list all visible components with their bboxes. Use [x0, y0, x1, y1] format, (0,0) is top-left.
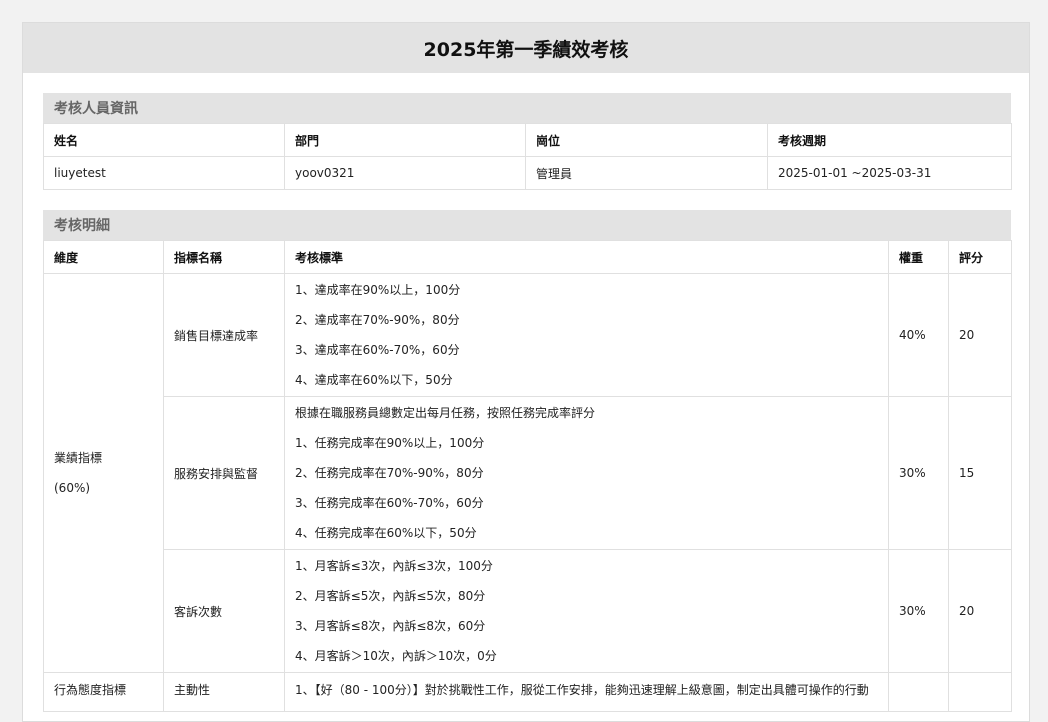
indicator-cell: 主動性	[163, 672, 285, 712]
detail-header-row: 維度 指標名稱 考核標準 權重 評分	[43, 240, 1012, 274]
criteria-line: 3、達成率在60%-70%，60分	[295, 343, 460, 357]
weight-cell: 30%	[888, 396, 949, 550]
indicator-cell: 客訴次數	[163, 549, 285, 673]
info-header-department: 部門	[284, 123, 526, 157]
appraisal-page: 2025年第一季績效考核 考核人員資訊 姓名 部門 崗位 考核週期 liuyet…	[22, 22, 1030, 722]
indicator-cell: 銷售目標達成率	[163, 273, 285, 397]
table-row: 服務安排與監督 根據在職服務員總數定出每月任務，按照任務完成率評分 1、任務完成…	[44, 396, 1012, 550]
score-cell: 20	[948, 273, 1012, 397]
info-value-period: 2025-01-01 ~2025-03-31	[767, 156, 1012, 190]
dimension-cell: 行為態度指標	[43, 672, 164, 712]
indicator-cell: 服務安排與監督	[163, 396, 285, 550]
criteria-line: 3、任務完成率在60%-70%，60分	[295, 496, 484, 510]
table-row: 業績指標 (60%) 銷售目標達成率 1、達成率在90%以上，100分 2、達成…	[43, 273, 1012, 673]
dimension-weight: (60%)	[54, 481, 91, 495]
info-header-position: 崗位	[525, 123, 768, 157]
criteria-line: 1、任務完成率在90%以上，100分	[295, 436, 485, 450]
criteria-cell: 1、【好（80 - 100分）】對於挑戰性工作，服從工作安排，能夠迅速理解上級意…	[284, 672, 889, 712]
criteria-line: 4、月客訴＞10次，內訴＞10次，0分	[295, 649, 497, 663]
info-header-period: 考核週期	[767, 123, 1012, 157]
detail-table: 維度 指標名稱 考核標準 權重 評分 業績指標 (60%) 銷售目標達成率 1、…	[43, 240, 1012, 712]
criteria-line: 根據在職服務員總數定出每月任務，按照任務完成率評分	[295, 406, 596, 420]
criteria-line: 2、達成率在70%-90%，80分	[295, 313, 460, 327]
criteria-line: 1、月客訴≤3次，內訴≤3次，100分	[295, 559, 493, 573]
table-row: 客訴次數 1、月客訴≤3次，內訴≤3次，100分 2、月客訴≤5次，內訴≤5次，…	[44, 549, 1012, 673]
info-section: 考核人員資訊 姓名 部門 崗位 考核週期 liuyetest yoov0321 …	[43, 93, 1012, 190]
detail-header-criteria: 考核標準	[284, 240, 889, 274]
detail-header-score: 評分	[948, 240, 1012, 274]
criteria-cell: 1、月客訴≤3次，內訴≤3次，100分 2、月客訴≤5次，內訴≤5次，80分 3…	[284, 549, 889, 673]
page-header: 2025年第一季績效考核	[23, 23, 1029, 73]
info-value-department: yoov0321	[284, 156, 526, 190]
score-cell	[948, 672, 1012, 712]
info-value-name: liuyetest	[43, 156, 285, 190]
weight-cell: 30%	[888, 549, 949, 673]
dimension-cell: 業績指標 (60%)	[43, 273, 164, 673]
weight-cell: 40%	[888, 273, 949, 397]
criteria-line: 1、達成率在90%以上，100分	[295, 283, 461, 297]
criteria-line: 2、任務完成率在70%-90%，80分	[295, 466, 484, 480]
detail-header-weight: 權重	[888, 240, 949, 274]
detail-header-dimension: 維度	[43, 240, 164, 274]
weight-cell	[888, 672, 949, 712]
criteria-line: 4、任務完成率在60%以下，50分	[295, 526, 477, 540]
detail-header-indicator: 指標名稱	[163, 240, 285, 274]
detail-section: 考核明細 維度 指標名稱 考核標準 權重 評分 業績指標 (60%) 銷售目標達…	[43, 210, 1012, 712]
dimension-name: 業績指標	[54, 451, 103, 465]
score-cell: 20	[948, 549, 1012, 673]
detail-section-heading: 考核明細	[43, 210, 1011, 240]
info-value-row: liuyetest yoov0321 管理員 2025-01-01 ~2025-…	[43, 156, 1012, 190]
criteria-line: 3、月客訴≤8次，內訴≤8次，60分	[295, 619, 486, 633]
info-table: 姓名 部門 崗位 考核週期 liuyetest yoov0321 管理員 202…	[43, 123, 1012, 190]
page-title: 2025年第一季績效考核	[423, 38, 629, 61]
score-cell: 15	[948, 396, 1012, 550]
criteria-cell: 1、達成率在90%以上，100分 2、達成率在70%-90%，80分 3、達成率…	[284, 273, 889, 397]
criteria-line: 4、達成率在60%以下，50分	[295, 373, 453, 387]
info-header-name: 姓名	[43, 123, 285, 157]
table-row: 行為態度指標 主動性 1、【好（80 - 100分）】對於挑戰性工作，服從工作安…	[43, 672, 1012, 712]
criteria-cell: 根據在職服務員總數定出每月任務，按照任務完成率評分 1、任務完成率在90%以上，…	[284, 396, 889, 550]
info-value-position: 管理員	[525, 156, 768, 190]
info-section-heading: 考核人員資訊	[43, 93, 1011, 123]
criteria-line: 2、月客訴≤5次，內訴≤5次，80分	[295, 589, 486, 603]
info-header-row: 姓名 部門 崗位 考核週期	[43, 123, 1012, 157]
